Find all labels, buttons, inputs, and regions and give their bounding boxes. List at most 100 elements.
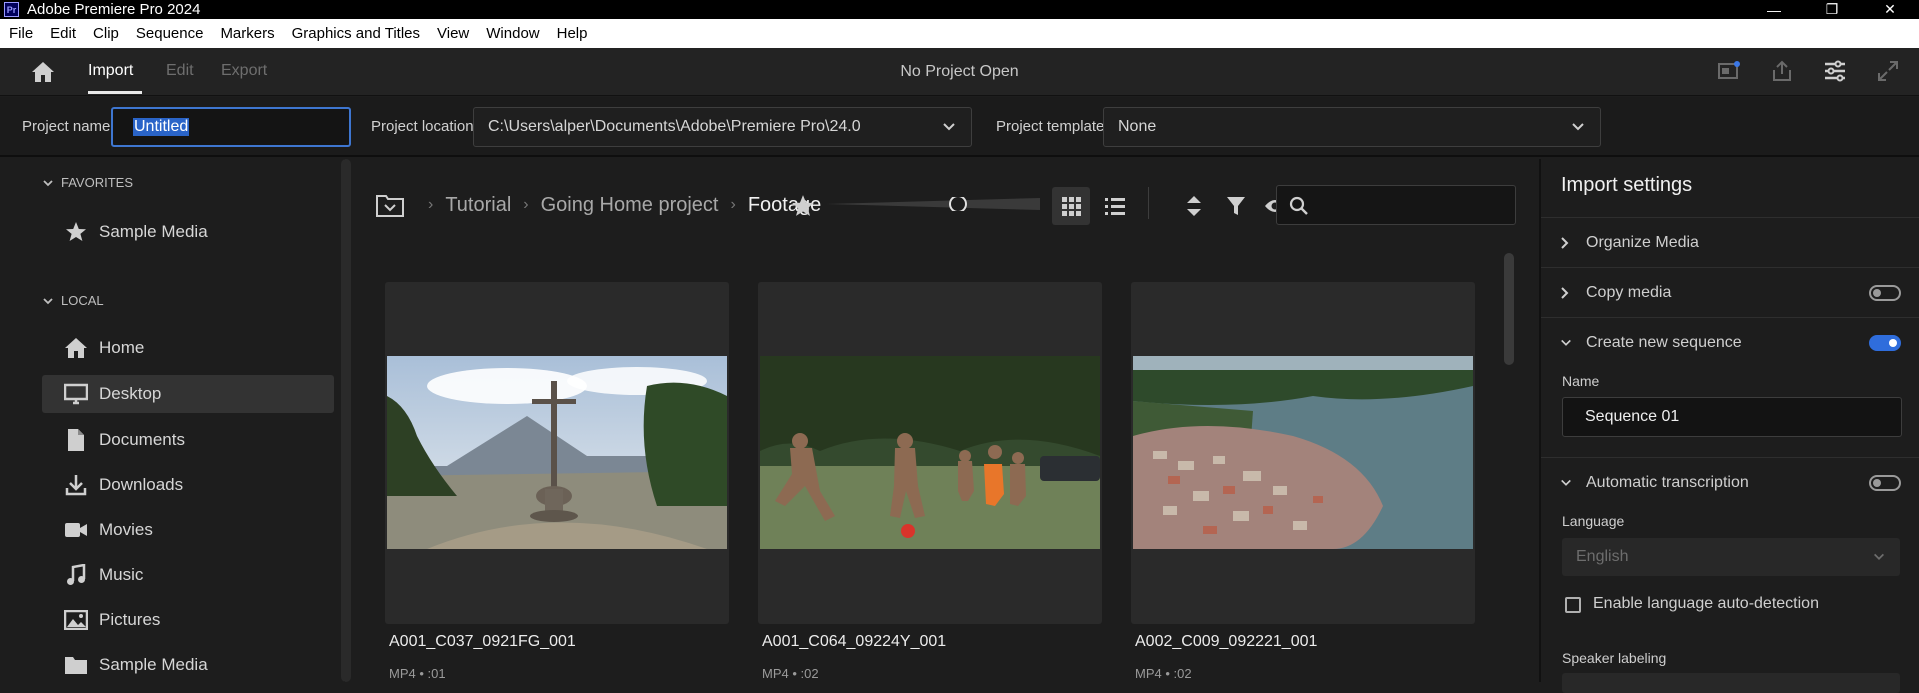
- import-settings-title: Import settings: [1561, 174, 1693, 196]
- toolbar-divider: [1148, 187, 1149, 219]
- create-sequence-row[interactable]: Create new sequence: [1541, 317, 1919, 367]
- chevron-down-icon: [1561, 479, 1571, 486]
- local-section-toggle[interactable]: LOCAL: [42, 293, 104, 308]
- chevron-down-icon: [1561, 339, 1571, 346]
- workspaces-icon[interactable]: [1823, 60, 1847, 82]
- list-icon: [1105, 198, 1125, 215]
- organize-media-label: Organize Media: [1586, 233, 1699, 251]
- minimize-button[interactable]: —: [1745, 0, 1803, 19]
- menu-graphics-and-titles[interactable]: Graphics and Titles: [292, 25, 420, 42]
- media-browser: › Tutorial › Going Home project › Footag…: [352, 159, 1539, 682]
- import-settings-panel: Import settings Organize Media Copy medi…: [1539, 159, 1919, 693]
- sidebar-item-sample-media[interactable]: Sample Media: [42, 646, 334, 684]
- sidebar-item-movies[interactable]: Movies: [42, 511, 334, 549]
- browser-scrollbar[interactable]: [1504, 253, 1514, 365]
- sidebar-item-home[interactable]: Home: [42, 329, 334, 367]
- search-icon: [1289, 196, 1308, 215]
- organize-media-row[interactable]: Organize Media: [1541, 217, 1919, 267]
- sequence-name-input[interactable]: Sequence 01: [1562, 397, 1902, 437]
- sidebar-item-label: Documents: [99, 430, 185, 449]
- fullscreen-icon[interactable]: [1877, 60, 1899, 82]
- notification-icon[interactable]: [1717, 60, 1741, 82]
- menu-sequence[interactable]: Sequence: [136, 25, 204, 42]
- menu-help[interactable]: Help: [557, 25, 588, 42]
- auto-detect-checkbox[interactable]: [1565, 597, 1581, 613]
- menu-window[interactable]: Window: [486, 25, 539, 42]
- menu-view[interactable]: View: [437, 25, 469, 42]
- list-view-button[interactable]: [1096, 187, 1134, 225]
- star-icon[interactable]: [791, 194, 815, 218]
- folder-icon[interactable]: [376, 193, 404, 217]
- project-location-label: Project location: [371, 118, 474, 135]
- sidebar-item-label: Music: [99, 565, 144, 584]
- auto-transcription-label: Automatic transcription: [1586, 473, 1749, 491]
- breadcrumb-item-going-home[interactable]: Going Home project: [541, 194, 719, 217]
- filter-button[interactable]: [1217, 187, 1255, 225]
- sidebar-item-music[interactable]: Music: [42, 556, 334, 594]
- sidebar-item-documents[interactable]: Documents: [42, 421, 334, 459]
- locations-sidebar: FAVORITES Sample Media LOCAL Home Deskto…: [0, 159, 351, 684]
- share-icon[interactable]: [1771, 60, 1793, 82]
- close-button[interactable]: ✕: [1861, 0, 1919, 19]
- grid-view-button[interactable]: [1052, 187, 1090, 225]
- chevron-down-icon: [943, 123, 955, 131]
- favorites-section-toggle[interactable]: FAVORITES: [42, 175, 133, 190]
- grid-icon: [1062, 197, 1081, 216]
- create-sequence-toggle[interactable]: [1869, 334, 1901, 351]
- speaker-labeling-label: Speaker labeling: [1562, 650, 1667, 666]
- chevron-down-icon: [1572, 123, 1584, 131]
- clip-card[interactable]: [1131, 282, 1475, 624]
- restore-button[interactable]: ❐: [1803, 0, 1861, 19]
- desktop-icon: [64, 383, 88, 405]
- copy-media-label: Copy media: [1586, 283, 1672, 301]
- chevron-right-icon: ›: [523, 196, 529, 213]
- project-location-select[interactable]: C:\Users\alper\Documents\Adobe\Premiere …: [473, 107, 972, 147]
- speaker-labeling-select[interactable]: [1562, 673, 1900, 693]
- auto-transcription-toggle[interactable]: [1869, 474, 1901, 491]
- sort-button[interactable]: [1175, 187, 1213, 225]
- movie-icon: [65, 523, 87, 537]
- project-name-input[interactable]: Untitled: [111, 107, 351, 147]
- clip-thumbnail: [760, 356, 1100, 549]
- clip-meta: MP4 • :01: [389, 666, 446, 681]
- project-settings-bar: Project name Untitled Project location C…: [0, 97, 1919, 157]
- document-icon: [68, 429, 84, 451]
- clip-card[interactable]: [758, 282, 1102, 624]
- home-icon: [65, 338, 87, 358]
- sidebar-scrollbar[interactable]: [341, 159, 351, 682]
- sidebar-item-label: Sample Media: [99, 222, 208, 241]
- clip-name: A002_C009_092221_001: [1135, 633, 1318, 650]
- sidebar-item-pictures[interactable]: Pictures: [42, 601, 334, 639]
- language-value: English: [1576, 548, 1629, 565]
- sidebar-item-label: Downloads: [99, 475, 184, 494]
- sequence-name-label: Name: [1562, 373, 1600, 389]
- menu-markers[interactable]: Markers: [220, 25, 274, 42]
- menu-edit[interactable]: Edit: [50, 25, 76, 42]
- copy-media-toggle[interactable]: [1869, 284, 1901, 301]
- language-select[interactable]: English: [1562, 538, 1900, 576]
- sort-icon: [1187, 196, 1201, 216]
- menu-file[interactable]: File: [9, 25, 33, 42]
- auto-transcription-row[interactable]: Automatic transcription: [1541, 457, 1919, 507]
- auto-detect-label: Enable language auto-detection: [1593, 595, 1819, 612]
- thumbnail-size-slider[interactable]: [826, 197, 1040, 211]
- window-controls: — ❐ ✕: [1745, 0, 1919, 19]
- breadcrumb-item-tutorial[interactable]: Tutorial: [445, 194, 511, 217]
- menu-clip[interactable]: Clip: [93, 25, 119, 42]
- project-location-value: C:\Users\alper\Documents\Adobe\Premiere …: [488, 118, 861, 135]
- chevron-right-icon: [1561, 286, 1569, 299]
- project-name-label: Project name: [22, 118, 111, 135]
- menu-bar: File Edit Clip Sequence Markers Graphics…: [0, 19, 1919, 48]
- search-input[interactable]: [1276, 185, 1516, 225]
- premiere-logo-icon: Pr: [4, 2, 19, 17]
- sidebar-item-desktop[interactable]: Desktop: [42, 375, 334, 413]
- star-icon: [66, 222, 86, 241]
- filter-icon: [1227, 197, 1245, 215]
- download-icon: [65, 475, 87, 496]
- copy-media-row[interactable]: Copy media: [1541, 267, 1919, 317]
- project-template-select[interactable]: None: [1103, 107, 1601, 147]
- sidebar-item-downloads[interactable]: Downloads: [42, 466, 334, 504]
- sidebar-item-favorite-sample-media[interactable]: Sample Media: [42, 213, 334, 251]
- project-template-value: None: [1118, 118, 1157, 135]
- clip-card[interactable]: [385, 282, 729, 624]
